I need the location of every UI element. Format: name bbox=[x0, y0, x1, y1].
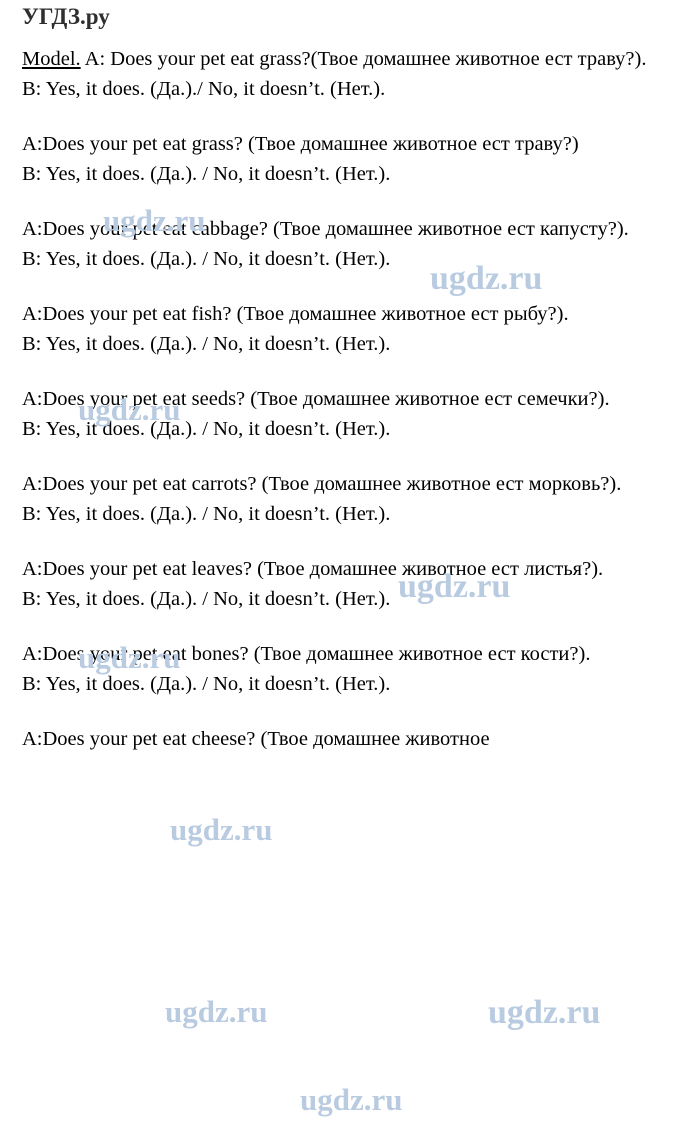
dialogue-block-fish: A:Does your pet eat fish? (Твое домашнее… bbox=[22, 299, 660, 359]
document-body: Model. A: Does your pet eat grass?(Твое … bbox=[22, 44, 660, 754]
dialogue-block-cabbage: A:Does your pet eat cabbage? (Твое домаш… bbox=[22, 214, 660, 274]
model-line-b: B: Yes, it does. (Да.)./ No, it doesn’t.… bbox=[22, 78, 386, 100]
watermark: ugdz.ru bbox=[165, 994, 268, 1029]
dialogue-block-model: Model. A: Does your pet eat grass?(Твое … bbox=[22, 44, 660, 104]
dialogue-block-grass: A:Does your pet eat grass? (Твое домашне… bbox=[22, 129, 660, 189]
bones-line-b: B: Yes, it does. (Да.). / No, it doesn’t… bbox=[22, 673, 391, 695]
dialogue-block-carrots: A:Does your pet eat carrots? (Твое домаш… bbox=[22, 469, 660, 529]
seeds-line-a: A:Does your pet eat seeds? (Твое домашне… bbox=[22, 388, 610, 410]
dialogue-block-cheese: A:Does your pet eat cheese? (Твое домашн… bbox=[22, 724, 660, 754]
dialogue-block-seeds: A:Does your pet eat seeds? (Твое домашне… bbox=[22, 384, 660, 444]
fish-line-a: A:Does your pet eat fish? (Твое домашнее… bbox=[22, 303, 569, 325]
cheese-line-a: A:Does your pet eat cheese? (Твое домашн… bbox=[22, 728, 490, 750]
cabbage-line-b: B: Yes, it does. (Да.). / No, it doesn’t… bbox=[22, 248, 391, 270]
bones-line-a: A:Does your pet eat bones? (Твое домашне… bbox=[22, 643, 591, 665]
grass-line-a: A:Does your pet eat grass? (Твое домашне… bbox=[22, 133, 579, 155]
site-logo: УГДЗ.ру bbox=[22, 4, 110, 29]
dialogue-block-bones: A:Does your pet eat bones? (Твое домашне… bbox=[22, 639, 660, 699]
document-page: УГДЗ.ру Model. A: Does your pet eat gras… bbox=[0, 0, 680, 1121]
carrots-line-a: A:Does your pet eat carrots? (Твое домаш… bbox=[22, 473, 622, 495]
model-text-a: A: Does your pet eat grass?(Твое домашне… bbox=[80, 48, 647, 70]
model-label: Model. bbox=[22, 48, 81, 70]
leaves-line-a: A:Does your pet eat leaves? (Твое домашн… bbox=[22, 558, 604, 580]
watermark: ugdz.ru bbox=[170, 812, 273, 847]
carrots-line-b: B: Yes, it does. (Да.). / No, it doesn’t… bbox=[22, 503, 391, 525]
dialogue-block-leaves: A:Does your pet eat leaves? (Твое домашн… bbox=[22, 554, 660, 614]
watermark: ugdz.ru bbox=[488, 994, 601, 1031]
watermark: ugdz.ru bbox=[300, 1082, 403, 1117]
fish-line-b: B: Yes, it does. (Да.). / No, it doesn’t… bbox=[22, 333, 391, 355]
cabbage-line-a: A:Does your pet eat cabbage? (Твое домаш… bbox=[22, 218, 629, 240]
model-line-a: Model. A: Does your pet eat grass?(Твое … bbox=[22, 44, 660, 74]
seeds-line-b: B: Yes, it does. (Да.). / No, it doesn’t… bbox=[22, 418, 391, 440]
grass-line-b: B: Yes, it does. (Да.). / No, it doesn’t… bbox=[22, 163, 391, 185]
leaves-line-b: B: Yes, it does. (Да.). / No, it doesn’t… bbox=[22, 588, 391, 610]
